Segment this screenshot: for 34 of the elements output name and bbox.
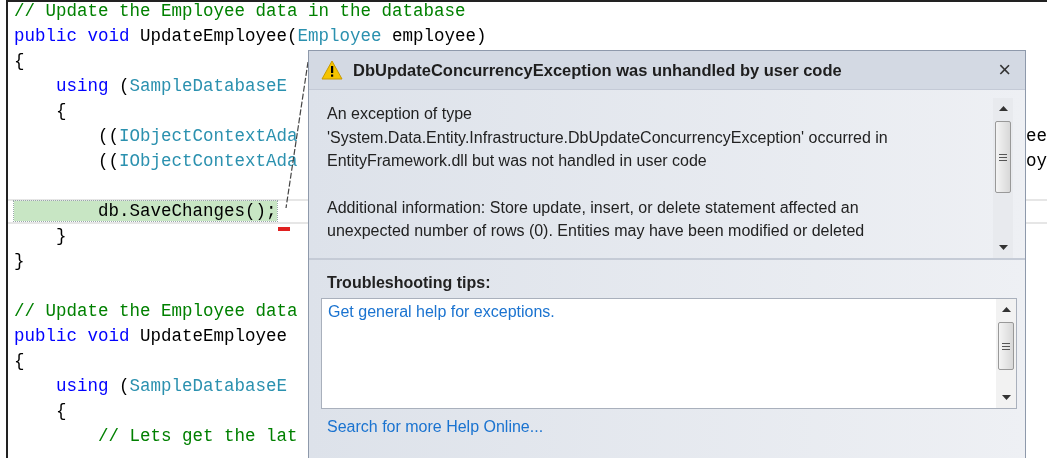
exception-message: Additional information: Store update, insert, or delete statement affected an unexpected number of rows (0). Entities may have been modified or deleted	[327, 197, 866, 241]
scroll-thumb[interactable]	[998, 322, 1014, 370]
scrollbar[interactable]	[993, 98, 1013, 258]
search-help-link[interactable]: Search for more Help Online...	[327, 418, 544, 436]
code-fragment: ee	[1026, 125, 1047, 148]
code-line: ((IObjectContextAda	[97, 125, 298, 148]
code-line: {	[14, 50, 25, 73]
code-line: using (SampleDatabaseE	[55, 75, 288, 98]
popup-title: DbUpdateConcurrencyException was unhandled by user code	[353, 60, 843, 80]
code-line: }	[14, 250, 25, 273]
scroll-down-arrow-icon[interactable]	[1001, 395, 1011, 400]
error-squiggle	[278, 227, 290, 231]
scroll-up-arrow-icon[interactable]	[1001, 307, 1011, 312]
warning-icon	[321, 60, 343, 80]
exception-message: An exception of type 'System.Data.Entity.Infrastructure.DbUpdateConcurrencyException' occurred in EntityFramework.dll but was not handled in user code	[327, 104, 889, 171]
close-button[interactable]: ×	[994, 57, 1015, 83]
scrollbar[interactable]	[996, 299, 1016, 408]
code-line: }	[55, 225, 67, 248]
code-line: // Update the Employee data	[14, 300, 298, 323]
code-line: // Lets get the lat	[97, 425, 298, 448]
code-line: // Update the Employee data in the database	[14, 0, 466, 23]
scroll-down-arrow-icon[interactable]	[998, 245, 1008, 250]
scroll-up-arrow-icon[interactable]	[998, 106, 1008, 111]
code-line: {	[55, 400, 67, 423]
code-line: using (SampleDatabaseE	[55, 375, 288, 398]
tips-heading: Troubleshooting tips:	[327, 274, 492, 292]
code-fragment: oy	[1026, 150, 1047, 173]
scroll-thumb[interactable]	[995, 121, 1011, 193]
code-line: {	[14, 350, 25, 373]
code-line: ((IObjectContextAda	[97, 150, 298, 173]
help-link[interactable]: Get general help for exceptions.	[328, 303, 555, 321]
code-line: public void UpdateEmployee(Employee employee)	[14, 25, 487, 48]
code-line: {	[55, 100, 67, 123]
code-line: public void UpdateEmployee	[14, 325, 288, 348]
